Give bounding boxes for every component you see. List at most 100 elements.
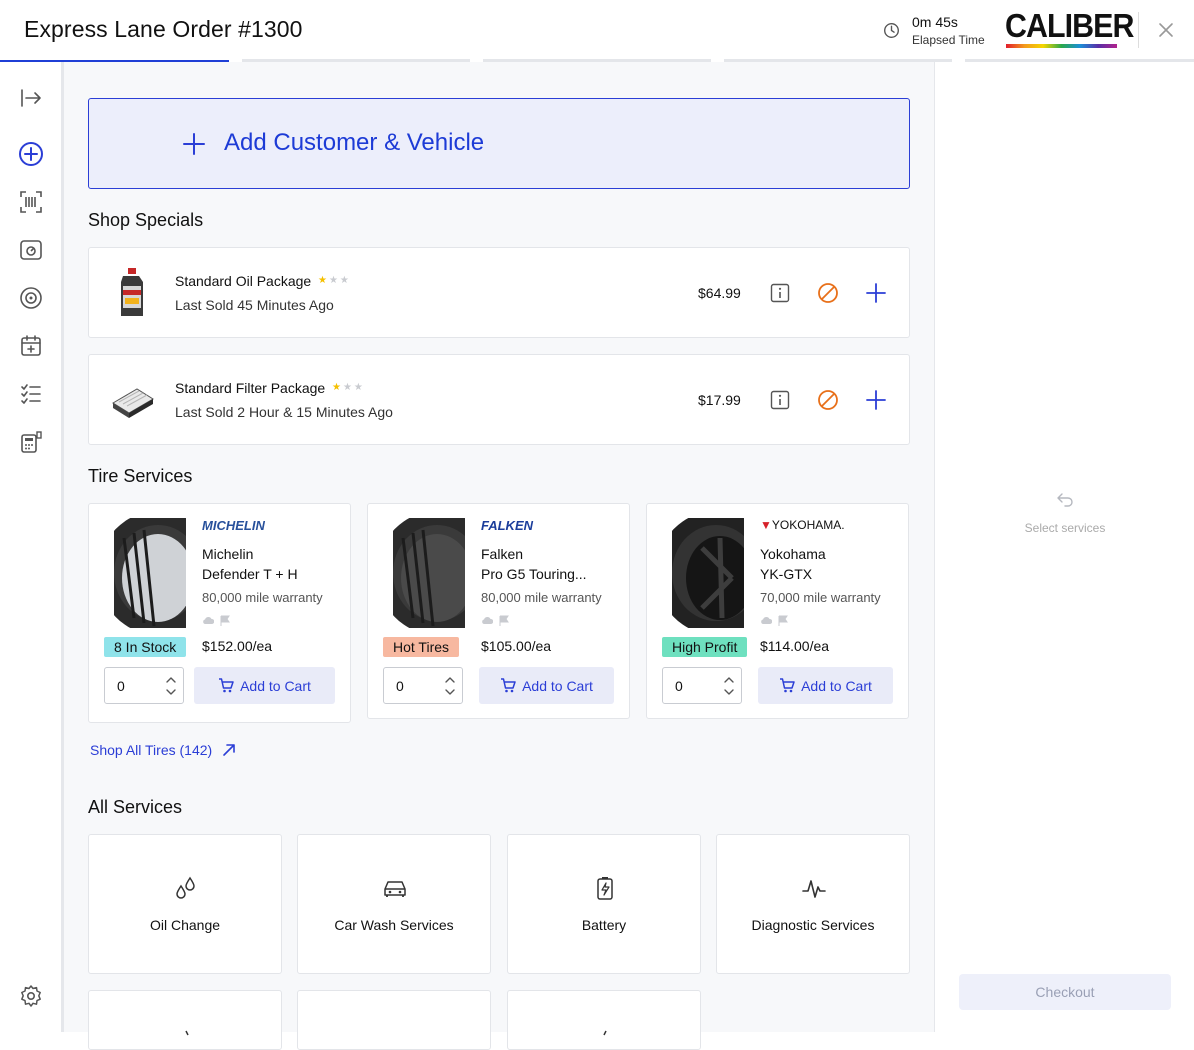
tire-model: Defender T + H — [202, 566, 298, 582]
add-circle-icon[interactable] — [18, 141, 44, 167]
add-customer-vehicle-button[interactable]: Add Customer & Vehicle — [88, 98, 910, 189]
tire-warranty: 80,000 mile warranty — [202, 590, 323, 605]
shop-specials-title: Shop Specials — [88, 210, 204, 230]
tire-price: $105.00/ea — [481, 638, 552, 654]
service-label: Car Wash Services — [334, 917, 454, 933]
special-last-sold: Last Sold 45 Minutes Ago — [175, 297, 334, 313]
service-label: Battery — [581, 917, 627, 933]
header-bar: Express Lane Order #1300 0m 45s Elapsed … — [0, 0, 1194, 62]
battery-icon — [597, 877, 613, 900]
cart-icon — [780, 678, 795, 693]
flag-icon — [499, 615, 509, 626]
tire-brand: Yokohama — [760, 546, 826, 562]
calendar-add-icon[interactable] — [18, 333, 44, 359]
stock-badge: 8 In Stock — [104, 637, 187, 657]
high-profit-badge: High Profit — [662, 637, 748, 657]
decline-icon[interactable] — [816, 388, 840, 412]
close-icon[interactable] — [1156, 20, 1176, 40]
add-to-cart-button[interactable]: Add to Cart — [758, 667, 893, 704]
shop-all-tires-link[interactable]: Shop All Tires (142) — [90, 742, 236, 758]
special-name: Standard Oil Package — [175, 273, 312, 289]
tire-warranty: 70,000 mile warranty — [760, 590, 881, 605]
service-card[interactable] — [297, 990, 491, 1050]
elapsed-time-value: 0m 45s — [912, 14, 958, 30]
service-card-diagnostic[interactable]: Diagnostic Services — [716, 834, 910, 974]
service-card[interactable] — [507, 990, 701, 1050]
service-card-car-wash[interactable]: Car Wash Services — [297, 834, 491, 974]
flag-icon — [778, 615, 788, 626]
barcode-scan-icon[interactable] — [18, 189, 44, 215]
service-card[interactable] — [88, 990, 282, 1050]
tire-model: YK-GTX — [760, 566, 813, 582]
stepper-arrows-icon[interactable] — [444, 673, 456, 699]
caliber-logo: CALIBER — [1005, 9, 1134, 49]
service-card-oil-change[interactable]: Oil Change — [88, 834, 282, 974]
quantity-stepper[interactable]: 0 — [104, 667, 184, 704]
clock-icon — [884, 23, 899, 38]
cloud-icon — [482, 617, 493, 624]
tire-price: $152.00/ea — [202, 638, 273, 654]
settings-gear-icon[interactable] — [18, 983, 44, 1009]
falken-logo: FALKEN — [481, 518, 533, 533]
rating-stars: ★★★ — [332, 382, 365, 393]
undo-icon — [1057, 493, 1073, 507]
tire-image — [662, 518, 744, 628]
brand-name: CALIBER — [1005, 7, 1134, 44]
tire-price: $114.00/ea — [760, 638, 830, 654]
add-to-cart-button[interactable]: Add to Cart — [479, 667, 614, 704]
oil-bottle-image — [121, 268, 143, 316]
expand-sidebar-icon[interactable] — [18, 85, 44, 111]
tire-image — [104, 518, 186, 628]
special-card-filter: Standard Filter Package ★★★ Last Sold 2 … — [88, 354, 910, 445]
tire-model: Pro G5 Touring... — [481, 566, 587, 582]
quantity-stepper[interactable]: 0 — [662, 667, 742, 704]
service-card-battery[interactable]: Battery — [507, 834, 701, 974]
car-icon — [384, 881, 406, 897]
tire-card-yokohama: ▼YOKOHAMA. Yokohama YK-GTX 70,000 mile w… — [646, 503, 909, 719]
checkout-button[interactable]: Checkout — [959, 974, 1171, 1010]
info-icon[interactable] — [768, 388, 792, 412]
special-card-oil: Standard Oil Package ★★★ Last Sold 45 Mi… — [88, 247, 910, 338]
dashboard-gauge-icon[interactable] — [18, 237, 44, 263]
page-title: Express Lane Order #1300 — [24, 16, 303, 42]
left-nav-rail — [0, 62, 64, 1032]
checklist-icon[interactable] — [18, 381, 44, 407]
quantity-value: 0 — [396, 678, 404, 694]
tire-card-michelin: MICHELIN Michelin Defender T + H 80,000 … — [88, 503, 351, 723]
special-name: Standard Filter Package — [175, 380, 326, 396]
flag-icon — [220, 615, 230, 626]
michelin-logo: MICHELIN — [202, 518, 265, 533]
add-to-cart-label: Add to Cart — [240, 677, 311, 694]
shop-all-tires-label: Shop All Tires (142) — [90, 742, 213, 758]
decline-icon[interactable] — [816, 281, 840, 305]
service-icon — [185, 1030, 189, 1036]
add-special-icon[interactable] — [864, 281, 888, 305]
add-to-cart-button[interactable]: Add to Cart — [194, 667, 335, 704]
calculator-icon[interactable] — [18, 429, 44, 455]
brand-rainbow-bar — [1006, 44, 1117, 48]
special-price: $17.99 — [698, 392, 741, 408]
cloud-icon — [761, 617, 772, 624]
stepper-arrows-icon[interactable] — [165, 673, 177, 699]
service-label: Oil Change — [149, 917, 221, 933]
cart-panel: Select services Checkout — [934, 62, 1194, 1032]
yokohama-logo: ▼YOKOHAMA. — [760, 518, 845, 532]
cart-icon — [501, 678, 516, 693]
air-filter-image — [112, 388, 154, 418]
empty-cart-text: Select services — [1024, 521, 1106, 535]
add-special-icon[interactable] — [864, 388, 888, 412]
stepper-arrows-icon[interactable] — [723, 673, 735, 699]
info-icon[interactable] — [768, 281, 792, 305]
add-customer-label: Add Customer & Vehicle — [224, 129, 485, 156]
quantity-stepper[interactable]: 0 — [383, 667, 463, 704]
tire-brand: Falken — [481, 546, 524, 562]
tire-card-falken: FALKEN Falken Pro G5 Touring... 80,000 m… — [367, 503, 630, 719]
plus-icon — [183, 133, 205, 155]
yokohama-logo-text: YOKOHAMA. — [771, 518, 845, 532]
quantity-value: 0 — [117, 678, 125, 694]
rating-stars: ★★★ — [318, 275, 351, 286]
add-to-cart-label: Add to Cart — [522, 677, 593, 694]
tire-icon[interactable] — [18, 285, 44, 311]
tire-image — [383, 518, 465, 628]
main-content: Add Customer & Vehicle Shop Specials Sta… — [64, 62, 934, 1050]
